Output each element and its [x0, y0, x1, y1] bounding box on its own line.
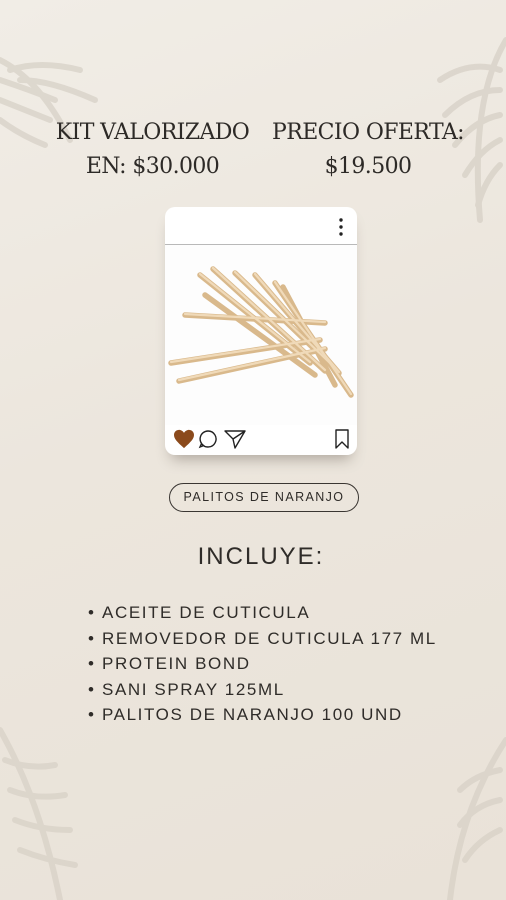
valued-price: KIT VALORIZADO EN: $30.000 [50, 116, 255, 184]
list-item-label: PALITOS DE NARANJO 100 UND [102, 705, 403, 725]
palm-shadow-bottom-right-icon [447, 737, 506, 900]
bullet: • [88, 705, 96, 725]
offer-price-label: PRECIO OFERTA: [272, 120, 464, 145]
social-post-card [165, 207, 357, 455]
list-item-label: PROTEIN BOND [102, 654, 251, 674]
more-vertical-icon[interactable] [339, 218, 343, 236]
list-item: • PALITOS DE NARANJO 100 UND [88, 702, 437, 728]
post-actions-bar [165, 425, 357, 455]
share-icon[interactable] [224, 429, 246, 449]
post-header [165, 207, 357, 245]
offer-price-amount: $19.500 [324, 154, 412, 179]
list-item: • ACEITE DE CUTICULA [88, 600, 437, 626]
product-tag: PALITOS DE NARANJO [169, 483, 359, 512]
list-item: • REMOVEDOR DE CUTICULA 177 ML [88, 626, 437, 652]
comment-icon[interactable] [198, 429, 218, 449]
list-item: • PROTEIN BOND [88, 651, 437, 677]
includes-title: INCLUYE: [197, 543, 325, 570]
valued-price-label: KIT VALORIZADO [55, 120, 250, 145]
bullet: • [88, 628, 96, 648]
bullet: • [88, 654, 96, 674]
list-item-label: ACEITE DE CUTICULA [102, 603, 311, 622]
palm-shadow-bottom-left-icon [0, 727, 78, 900]
includes-list: • ACEITE DE CUTICULA • REMOVEDOR DE CUTICU… [88, 600, 437, 728]
heart-icon[interactable] [173, 429, 195, 449]
list-item: • SANI SPRAY 125ML [88, 677, 437, 703]
bullet: • [88, 603, 96, 622]
list-item-label: REMOVEDOR DE CUTICULA 177 ML [102, 628, 437, 648]
valued-price-amount: EN: $30.000 [85, 154, 220, 179]
bookmark-icon[interactable] [334, 429, 350, 449]
list-item-label: SANI SPRAY 125ML [102, 679, 285, 699]
orange-wood-sticks-image [165, 245, 357, 425]
bullet: • [88, 679, 96, 699]
offer-price: PRECIO OFERTA: $19.500 [270, 116, 466, 184]
